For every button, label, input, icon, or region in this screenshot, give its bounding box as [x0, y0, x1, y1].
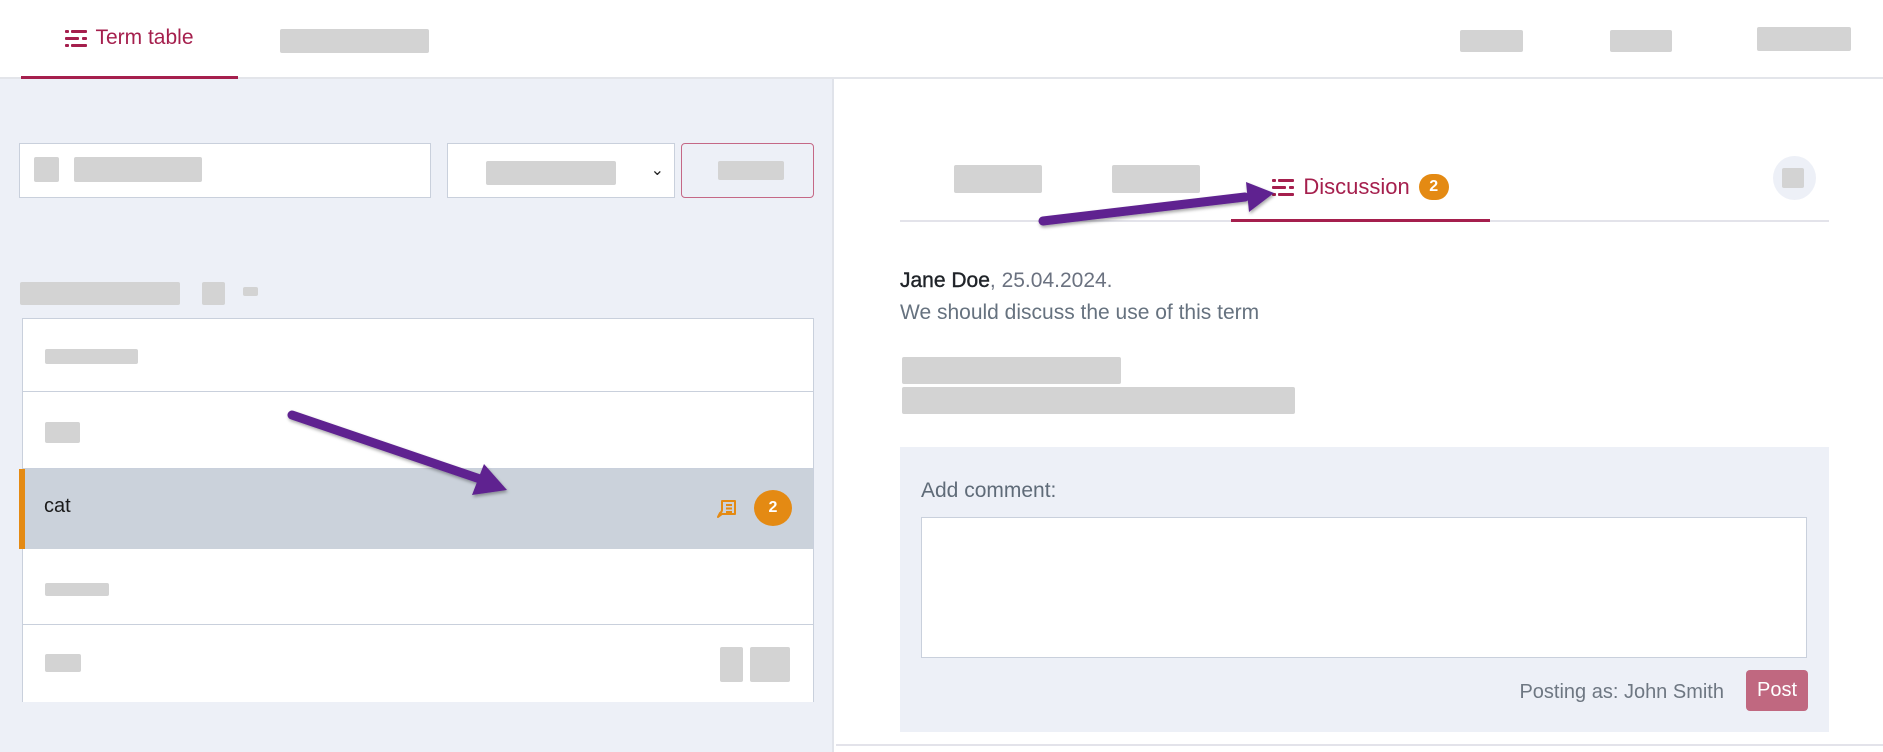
search-input[interactable]: [19, 143, 431, 198]
discussion-count-badge: 2: [1418, 174, 1449, 200]
tab-redacted[interactable]: [280, 29, 429, 53]
comment-textarea[interactable]: [921, 517, 1807, 658]
posting-as-label: Posting as: John Smith: [1519, 681, 1724, 703]
comment-redacted-header: [902, 357, 1121, 384]
detail-panel: Discussion 2 Jane Doe, 25.04.2024. We sh…: [836, 79, 1883, 752]
comment-count-badge: 2: [754, 490, 792, 526]
tab-redacted-1[interactable]: [954, 165, 1042, 193]
term-redacted: [45, 349, 138, 364]
table-row[interactable]: [23, 392, 813, 469]
chevron-down-icon: ⌄: [650, 162, 664, 179]
tab-term-table-label: Term table: [95, 26, 194, 49]
comment-header: Jane Doe, 25.04.2024.: [900, 269, 1113, 293]
selected-indicator: [19, 469, 25, 549]
nav-item-redacted-1[interactable]: [1460, 30, 1523, 52]
term-redacted: [45, 422, 80, 443]
post-button[interactable]: Post: [1746, 670, 1808, 711]
table-row[interactable]: [23, 319, 813, 392]
table-row[interactable]: [23, 549, 813, 625]
nav-item-redacted-2[interactable]: [1610, 30, 1672, 52]
search-placeholder: [74, 157, 202, 182]
search-icon: [34, 157, 59, 182]
row-action-redacted-1[interactable]: [720, 647, 743, 682]
top-nav: Term table: [0, 0, 1883, 79]
panel-bottom-border: [836, 744, 1883, 746]
panel-action-icon: [1782, 168, 1804, 188]
list-heading: [20, 282, 180, 305]
row-action-redacted-2[interactable]: [750, 647, 790, 682]
tab-discussion[interactable]: Discussion 2: [1231, 159, 1490, 222]
comment-icon[interactable]: [716, 499, 738, 519]
add-comment-box: Add comment: Posting as: John Smith Post: [900, 447, 1829, 732]
table-row[interactable]: [23, 625, 813, 702]
select-value: [486, 161, 616, 185]
term-redacted: [45, 654, 81, 672]
comment-author: Jane Doe: [900, 269, 990, 292]
tab-redacted-2[interactable]: [1112, 165, 1200, 193]
table-row-selected[interactable]: cat 2: [19, 469, 813, 549]
list-heading-extra: [243, 287, 258, 296]
filter-button[interactable]: [681, 143, 814, 198]
term-redacted: [45, 583, 109, 596]
panel-action-button[interactable]: [1773, 156, 1816, 200]
nav-item-redacted-3[interactable]: [1757, 27, 1851, 51]
add-comment-label: Add comment:: [921, 479, 1057, 502]
term-table-panel: ⌄ cat 2: [0, 79, 834, 752]
term-label: cat: [44, 495, 71, 517]
filter-select[interactable]: ⌄: [447, 143, 675, 198]
tab-discussion-label: Discussion: [1303, 174, 1410, 199]
list-icon: [65, 29, 88, 47]
term-table: cat 2: [19, 318, 814, 702]
comment-date: , 25.04.2024.: [989, 269, 1113, 292]
list-heading-count: [202, 282, 225, 305]
tab-term-table[interactable]: Term table: [21, 0, 238, 79]
comment-redacted-text: [902, 387, 1295, 414]
comment-text: We should discuss the use of this term: [900, 301, 1260, 324]
list-icon: [1272, 178, 1295, 196]
filter-button-label: [718, 161, 784, 180]
